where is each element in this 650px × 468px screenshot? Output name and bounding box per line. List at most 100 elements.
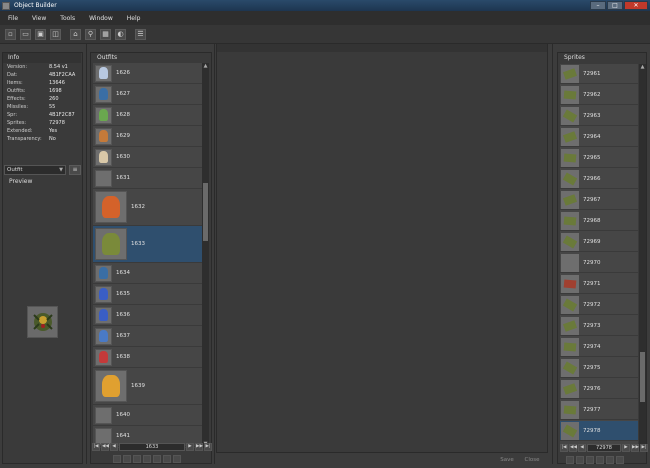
sprite-viewer-icon[interactable]: ◐ — [115, 28, 126, 40]
next-fast-icon[interactable]: ▶▶ — [631, 444, 639, 452]
outfit-row[interactable]: 1639 — [93, 368, 203, 405]
search-icon[interactable]: ⚲ — [85, 28, 96, 40]
save-button[interactable]: Save — [496, 455, 518, 465]
duplicate-icon[interactable] — [153, 455, 161, 463]
sprite-row[interactable]: 72968 — [560, 211, 638, 231]
sprite-id-input[interactable]: 72978 — [587, 444, 621, 452]
outfit-row[interactable]: 1631 — [93, 168, 203, 189]
compile-icon[interactable]: ▣ — [35, 28, 46, 40]
sprite-row[interactable]: 72965 — [560, 148, 638, 168]
menu-file[interactable]: File — [8, 15, 18, 22]
sprite-row[interactable]: 72970 — [560, 253, 638, 273]
scroll-up-icon[interactable]: ▲ — [202, 63, 209, 70]
info-key: Effects: — [7, 96, 26, 102]
sprite-row[interactable]: 72974 — [560, 337, 638, 357]
clipboard-icon[interactable] — [616, 456, 624, 464]
import-icon[interactable] — [123, 455, 131, 463]
outfit-row[interactable]: 1634 — [93, 263, 203, 284]
delete-icon[interactable] — [606, 456, 614, 464]
sprite-row[interactable]: 72966 — [560, 169, 638, 189]
sprite-row[interactable]: 72961 — [560, 64, 638, 84]
sprite-row[interactable]: 72978 — [560, 421, 638, 441]
replace-icon[interactable] — [113, 455, 121, 463]
info-value: 72978 — [49, 120, 65, 126]
animation-editor-icon[interactable]: ▦ — [100, 28, 111, 40]
new-icon[interactable] — [596, 456, 604, 464]
category-select[interactable]: Outfit ▼ — [4, 165, 66, 175]
outfit-row[interactable]: 1628 — [93, 105, 203, 126]
scroll-up-icon[interactable]: ▲ — [639, 64, 646, 71]
export-icon[interactable] — [133, 455, 141, 463]
first-page-icon[interactable]: |◀ — [560, 444, 568, 452]
sprites-panel: Sprites 72961 72962 72963 72964 72965 72966 72… — [557, 52, 647, 464]
sprite-row[interactable]: 72977 — [560, 400, 638, 420]
outfit-row[interactable]: 1630 — [93, 147, 203, 168]
outfit-row[interactable]: 1635 — [93, 284, 203, 305]
sprite-thumbnail — [561, 85, 579, 104]
prev-fast-icon[interactable]: ◀◀ — [101, 443, 109, 451]
outfit-row[interactable]: 1626 — [93, 63, 203, 84]
scrollbar-thumb[interactable] — [203, 183, 208, 241]
sprite-row[interactable]: 72962 — [560, 85, 638, 105]
outfit-row[interactable]: 1637 — [93, 326, 203, 347]
sprite-pager: |◀ ◀◀ ◀ 72978 ▶ ▶▶ ▶| — [560, 443, 648, 453]
sprite-row[interactable]: 72973 — [560, 316, 638, 336]
merge-icon[interactable]: ◫ — [50, 28, 61, 40]
delete-icon[interactable] — [173, 455, 181, 463]
export-icon[interactable] — [586, 456, 594, 464]
minimize-button[interactable]: – — [590, 1, 606, 10]
sprite-row[interactable]: 72971 — [560, 274, 638, 294]
first-page-icon[interactable]: |◀ — [92, 443, 100, 451]
outfit-row[interactable]: 1633 — [93, 226, 203, 263]
category-options-button[interactable]: ≡ — [69, 165, 81, 175]
close-button[interactable]: Close — [521, 455, 543, 465]
next-icon[interactable]: ▶ — [186, 443, 194, 451]
find-icon[interactable]: ⌂ — [70, 28, 81, 40]
last-page-icon[interactable]: ▶| — [640, 444, 648, 452]
sprite-id: 72966 — [583, 175, 601, 182]
outfit-thumbnail — [95, 327, 112, 345]
prev-fast-icon[interactable]: ◀◀ — [569, 444, 577, 452]
prev-icon[interactable]: ◀ — [578, 444, 586, 452]
sprite-thumbnail — [561, 253, 579, 272]
sprite-list[interactable]: 72961 72962 72963 72964 72965 72966 72967 72968… — [560, 64, 638, 451]
outfit-row[interactable]: 1627 — [93, 84, 203, 105]
menu-window[interactable]: Window — [89, 15, 113, 22]
new-icon[interactable] — [163, 455, 171, 463]
next-icon[interactable]: ▶ — [622, 444, 630, 452]
outfit-list[interactable]: 1626 1627 1628 1629 1630 1631 1632 1633 1634 1635… — [93, 63, 203, 448]
sprite-id: 72965 — [583, 154, 601, 161]
outfit-row[interactable]: 1632 — [93, 189, 203, 226]
outfit-row[interactable]: 1640 — [93, 405, 203, 426]
menu-help[interactable]: Help — [127, 15, 141, 22]
outfit-id-input[interactable]: 1633 — [119, 443, 185, 451]
outfit-row[interactable]: 1636 — [93, 305, 203, 326]
open-folder-icon[interactable]: ▭ — [20, 28, 31, 40]
outfit-list-scrollbar[interactable]: ▲ ▼ — [202, 63, 209, 448]
outfit-row[interactable]: 1638 — [93, 347, 203, 368]
outfit-id: 1635 — [116, 291, 130, 297]
next-fast-icon[interactable]: ▶▶ — [195, 443, 203, 451]
sprite-row[interactable]: 72964 — [560, 127, 638, 147]
menu-view[interactable]: View — [32, 15, 46, 22]
import-icon[interactable] — [576, 456, 584, 464]
close-window-button[interactable]: ✕ — [624, 1, 648, 10]
sprite-row[interactable]: 72963 — [560, 106, 638, 126]
creature-preview-icon — [32, 313, 53, 331]
new-file-icon[interactable]: ▫ — [5, 28, 16, 40]
sprite-row[interactable]: 72967 — [560, 190, 638, 210]
sprite-list-scrollbar[interactable]: ▲ ▼ — [639, 64, 646, 451]
settings-icon[interactable]: ☰ — [135, 28, 146, 40]
scrollbar-thumb[interactable] — [640, 352, 645, 402]
outfit-row[interactable]: 1629 — [93, 126, 203, 147]
prev-icon[interactable]: ◀ — [110, 443, 118, 451]
replace-icon[interactable] — [566, 456, 574, 464]
maximize-button[interactable]: □ — [607, 1, 623, 10]
last-page-icon[interactable]: ▶| — [204, 443, 212, 451]
menu-tools[interactable]: Tools — [60, 15, 75, 22]
edit-icon[interactable] — [143, 455, 151, 463]
sprite-row[interactable]: 72969 — [560, 232, 638, 252]
sprite-row[interactable]: 72976 — [560, 379, 638, 399]
sprite-row[interactable]: 72972 — [560, 295, 638, 315]
sprite-row[interactable]: 72975 — [560, 358, 638, 378]
